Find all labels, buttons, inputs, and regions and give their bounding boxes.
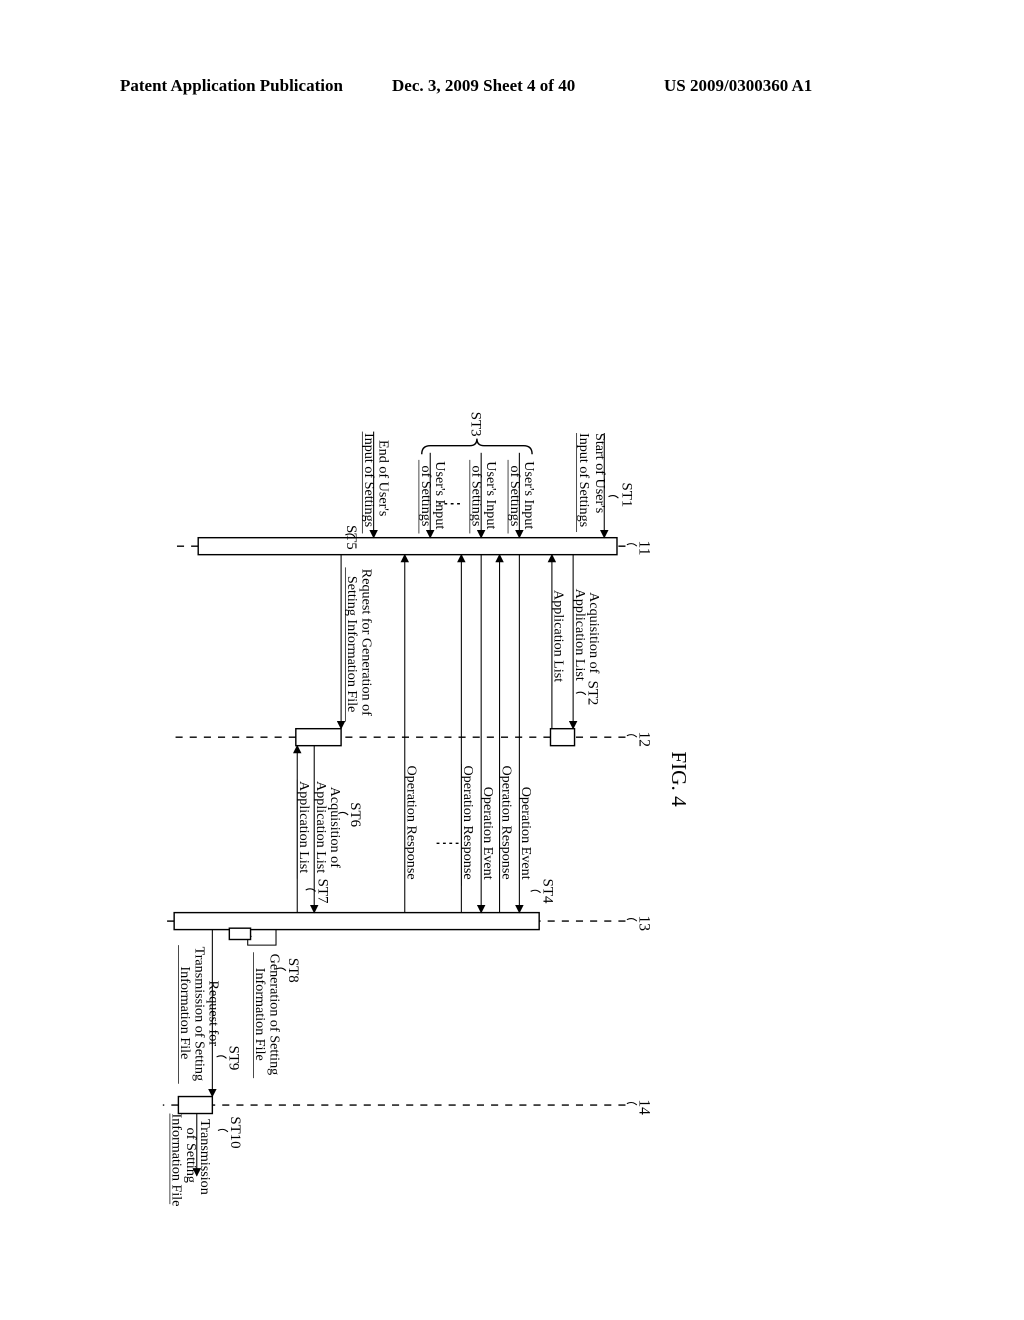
label-user-input-2: User's Input of Settings xyxy=(469,461,499,533)
step-st6: ST6 xyxy=(347,802,363,827)
lane-13: 13 xyxy=(627,915,653,931)
label-op-resp-3: Operation Response xyxy=(404,765,420,879)
label-acq-app-13: Acquisition of Application List xyxy=(313,781,343,873)
sequence-diagram: FIG. 4 11 12 13 14 ST1 Start xyxy=(160,142,924,1222)
label-app-list-13: Application List xyxy=(296,781,312,873)
label-user-input-3: User's Input of Settings xyxy=(418,461,448,533)
activation-13 xyxy=(174,913,539,930)
label-user-input-1: User's Input of Settings xyxy=(507,461,537,533)
lane-12: 12 xyxy=(627,732,653,748)
label-app-list-12: Application List xyxy=(551,590,567,682)
label-trans-setting: Transmission of Setting Information File xyxy=(169,1114,213,1207)
lane-label-11: 11 xyxy=(636,541,653,556)
step-st9: ST9 xyxy=(225,1046,241,1071)
lane-label-12: 12 xyxy=(636,732,653,748)
lane-14: 14 xyxy=(627,1099,653,1115)
figure-container: FIG. 4 11 12 13 14 ST1 Start xyxy=(160,142,924,1222)
label-end-input: End of User's Input of Settings xyxy=(361,433,391,527)
header-mid: Dec. 3, 2009 Sheet 4 of 40 xyxy=(392,76,575,96)
label-op-resp-2: Operation Response xyxy=(460,765,476,879)
step-st7: ST7 xyxy=(314,879,330,904)
step-st3: ST3 xyxy=(467,412,483,437)
activation-14 xyxy=(178,1097,212,1114)
step-st1: ST1 xyxy=(619,483,635,508)
header-right: US 2009/0300360 A1 xyxy=(664,76,812,96)
lane-label-13: 13 xyxy=(636,915,653,931)
figure-title: FIG. 4 xyxy=(667,751,691,807)
header-left: Patent Application Publication xyxy=(120,76,343,96)
step-st8: ST8 xyxy=(285,958,301,983)
activation-12-b xyxy=(296,729,341,746)
step-st5: ST5 xyxy=(343,525,359,550)
step-st2: ST2 xyxy=(585,681,601,706)
activation-11 xyxy=(198,538,617,555)
label-start-input: Start of User's Input of Settings xyxy=(576,433,608,527)
label-req-trans: Request for Transmission of Setting Info… xyxy=(177,947,221,1085)
activation-12-a xyxy=(550,729,574,746)
label-gen-setting: Generation of Setting Information File xyxy=(252,954,282,1079)
label-op-resp-1: Operation Response xyxy=(498,765,514,879)
activation-13-self xyxy=(229,928,250,939)
step-st10: ST10 xyxy=(227,1116,243,1148)
step-st4: ST4 xyxy=(539,879,555,904)
label-req-gen: Request for Generation of Setting Inform… xyxy=(344,569,374,720)
label-op-event-1: Operation Event xyxy=(518,787,534,880)
label-acq-app-12: Acquisition of Application List xyxy=(572,589,602,681)
label-op-event-2: Operation Event xyxy=(480,787,496,880)
lane-label-14: 14 xyxy=(636,1099,653,1115)
lane-11: 11 xyxy=(627,541,653,556)
